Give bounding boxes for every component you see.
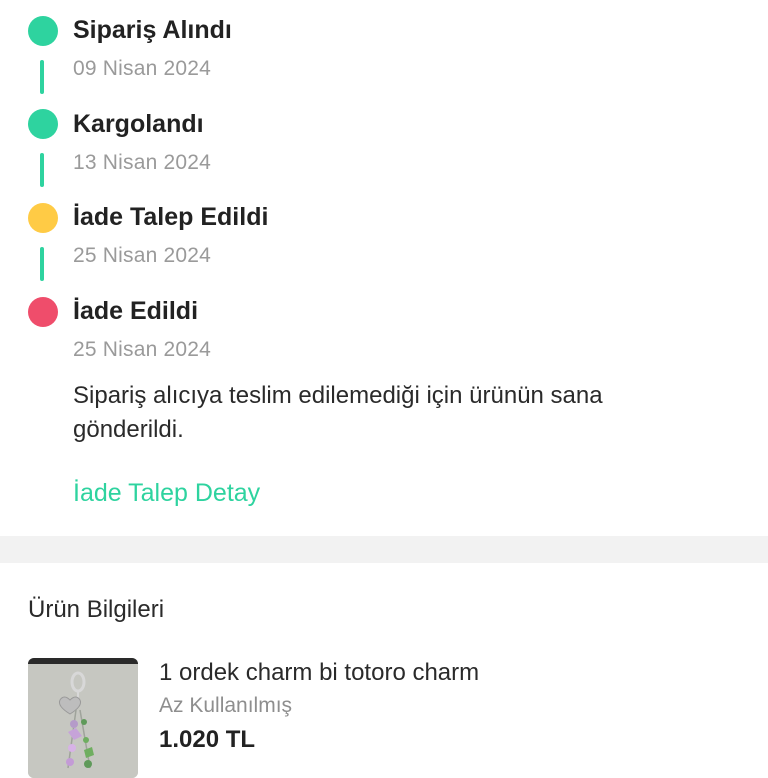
step-title: İade Edildi	[73, 297, 199, 325]
step-title: Sipariş Alındı	[73, 16, 232, 44]
step-date: 09 Nisan 2024	[73, 57, 212, 80]
return-explanation-text: Sipariş alıcıya teslim edilemediği için …	[73, 382, 603, 443]
timeline-connector	[40, 153, 44, 187]
step-date: 25 Nisan 2024	[73, 338, 212, 361]
product-info-section: Ürün Bilgileri 1 ordek charm bi totoro c…	[0, 563, 768, 778]
return-request-detail-link[interactable]: İade Talep Detay	[73, 479, 260, 508]
step-title: Kargolandı	[73, 110, 204, 138]
product-condition: Az Kullanılmış	[159, 694, 293, 717]
section-title: Ürün Bilgileri	[28, 596, 165, 623]
product-name[interactable]: 1 ordek charm bi totoro charm	[159, 659, 479, 687]
timeline-connector	[40, 60, 44, 94]
product-price: 1.020 TL	[159, 726, 256, 753]
product-photo[interactable]	[28, 658, 138, 778]
charm-keychain-icon	[28, 658, 138, 778]
step-date: 25 Nisan 2024	[73, 244, 212, 267]
status-dot-icon	[28, 203, 58, 233]
order-status-timeline: Sipariş Alındı 09 Nisan 2024 Kargolandı …	[0, 0, 768, 536]
section-divider	[0, 536, 768, 563]
step-date: 13 Nisan 2024	[73, 151, 212, 174]
timeline-connector	[40, 247, 44, 281]
status-dot-icon	[28, 16, 58, 46]
step-title: İade Talep Edildi	[73, 203, 269, 231]
status-dot-icon	[28, 109, 58, 139]
status-dot-icon	[28, 297, 58, 327]
